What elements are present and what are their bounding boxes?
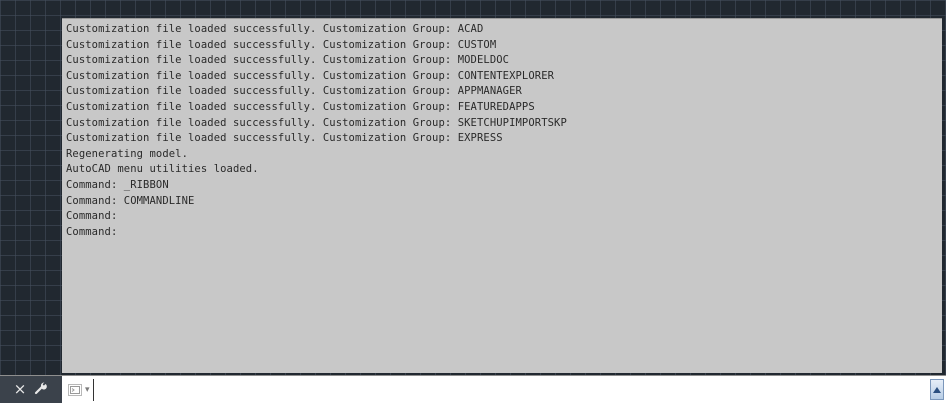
history-line: Customization file loaded successfully. … [66,38,497,51]
recent-commands-button[interactable] [930,379,944,400]
history-line: Customization file loaded successfully. … [66,100,535,113]
up-arrow-icon [933,386,941,393]
history-line: Customization file loaded successfully. … [66,132,503,145]
history-line: Customization file loaded successfully. … [66,23,484,35]
command-line-bar: × ▾ [0,375,946,403]
history-line: Command: [66,225,118,238]
history-line: Regenerating model. [66,147,189,160]
wrench-icon[interactable] [34,381,48,398]
command-input[interactable] [92,378,928,401]
history-line: Customization file loaded successfully. … [66,69,555,82]
history-line: Customization file loaded successfully. … [66,85,522,98]
history-line: AutoCAD menu utilities loaded. [66,163,259,176]
history-line: Command: [66,210,118,223]
command-input-area: ▾ [62,376,928,403]
chevron-down-icon[interactable]: ▾ [85,385,90,395]
history-line: Command: _RIBBON [66,178,169,191]
history-line: Customization file loaded successfully. … [66,116,567,129]
command-history-list: Customization file loaded successfully. … [66,22,942,240]
history-line: Command: COMMANDLINE [66,194,195,207]
command-history-window[interactable]: Customization file loaded successfully. … [62,18,942,373]
command-prompt-icon[interactable] [68,383,82,396]
close-icon[interactable]: × [14,382,27,397]
command-line-tools: × [0,376,62,403]
history-line: Customization file loaded successfully. … [66,54,510,67]
